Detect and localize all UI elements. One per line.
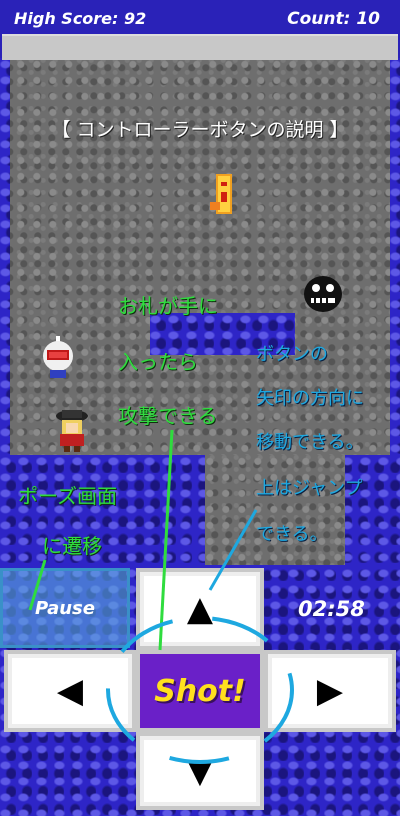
stone-pit xyxy=(205,455,345,565)
count: Count: 10 xyxy=(287,9,380,29)
game-screen: High Score: 92 Count: 10 【 コントローラーボタンの説明… xyxy=(0,0,400,816)
pause-label: Pause xyxy=(35,597,95,619)
arrow-right-icon: ▶ xyxy=(316,671,344,711)
arrows-note-line1: ボタンの xyxy=(256,344,328,365)
pause-button[interactable]: Pause xyxy=(0,568,130,648)
ofuda-talisman-icon xyxy=(208,172,238,220)
shot-note-line3: 攻撃できる xyxy=(118,404,218,428)
arrow-up-icon: ▲ xyxy=(186,589,214,629)
left-button[interactable]: ◀ xyxy=(4,650,136,732)
right-button[interactable]: ▶ xyxy=(264,650,396,732)
high-score: High Score: 92 xyxy=(14,9,147,28)
timer: 02:58 xyxy=(298,597,365,621)
shot-button[interactable]: Shot! xyxy=(136,650,264,732)
instructions-title: 【 コントローラーボタンの説明 】 xyxy=(51,119,349,141)
shot-note-line2: 入ったら xyxy=(118,350,198,374)
player-character-icon xyxy=(52,408,92,458)
jump-note-line2: できる。 xyxy=(256,524,328,545)
skull-enemy-icon xyxy=(302,274,344,318)
up-button[interactable]: ▲ xyxy=(136,568,264,650)
pause-note-line1: ポーズ画面 xyxy=(18,484,117,508)
arrows-note-line3: 移動できる。 xyxy=(256,432,364,453)
progress-bar xyxy=(2,34,398,60)
arrows-note-line2: 矢印の方向に xyxy=(256,388,364,409)
arrow-down-icon: ▼ xyxy=(186,751,214,791)
down-button[interactable]: ▼ xyxy=(136,732,264,810)
arrow-left-icon: ◀ xyxy=(56,671,84,711)
shot-label: Shot! xyxy=(154,673,246,709)
shot-note-line1: お札が手に xyxy=(118,294,218,318)
jump-note-line1: 上はジャンプ xyxy=(256,478,363,499)
ghost-enemy-icon xyxy=(38,336,78,384)
pause-note-line2: に遷移 xyxy=(42,534,102,558)
hud-bar: High Score: 92 Count: 10 xyxy=(0,0,400,34)
